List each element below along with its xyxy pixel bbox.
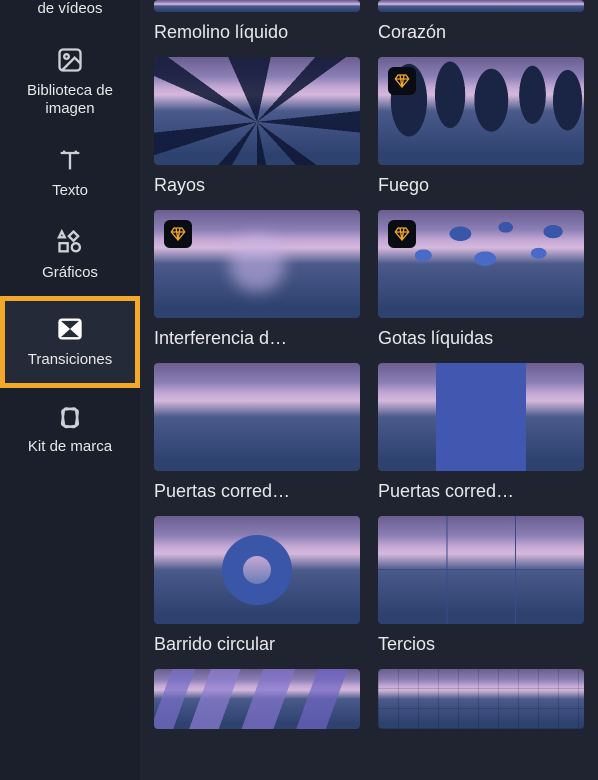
transition-label: Interferencia d…: [154, 328, 360, 349]
transition-card[interactable]: [378, 669, 584, 729]
transition-label: Fuego: [378, 175, 584, 196]
sidebar-item-videos[interactable]: de vídeos: [0, 0, 140, 32]
transition-card[interactable]: Remolino líquido: [154, 0, 360, 43]
sidebar-item-transitions[interactable]: Transiciones: [0, 296, 140, 388]
transition-thumb: [378, 516, 584, 624]
sidebar-item-label: de vídeos: [37, 0, 102, 18]
sidebar-item-label: Transiciones: [28, 351, 112, 369]
transition-thumb: [378, 669, 584, 729]
cards-icon: [56, 402, 84, 430]
transition-card[interactable]: Puertas corred…: [378, 363, 584, 502]
transition-label: Remolino líquido: [154, 22, 360, 43]
sidebar-item-brandkit[interactable]: Kit de marca: [0, 388, 140, 470]
transition-label: Puertas corred…: [378, 481, 584, 502]
transition-thumb: [378, 363, 584, 471]
transitions-grid: Remolino líquido Corazón Rayos Fuego: [154, 0, 584, 729]
sidebar-item-label: Biblioteca de imagen: [8, 82, 132, 118]
transition-card[interactable]: Corazón: [378, 0, 584, 43]
image-icon: [56, 46, 84, 74]
transition-card[interactable]: Gotas líquidas: [378, 210, 584, 349]
transition-card[interactable]: Interferencia d…: [154, 210, 360, 349]
sidebar-item-text[interactable]: Texto: [0, 132, 140, 214]
sidebar-item-label: Texto: [52, 182, 88, 200]
transition-thumb: [154, 363, 360, 471]
transitions-icon: [56, 315, 84, 343]
transition-thumb: [154, 57, 360, 165]
transition-label: Corazón: [378, 22, 584, 43]
text-icon: [56, 146, 84, 174]
transitions-grid-container: Remolino líquido Corazón Rayos Fuego: [140, 0, 598, 780]
transition-thumb: [154, 0, 360, 12]
shapes-icon: [56, 228, 84, 256]
transition-card[interactable]: Barrido circular: [154, 516, 360, 655]
premium-diamond-icon: [388, 67, 416, 95]
transition-thumb: [378, 0, 584, 12]
transition-label: Puertas corred…: [154, 481, 360, 502]
transition-thumb: [154, 669, 360, 729]
transition-thumb: [154, 516, 360, 624]
transition-thumb: [378, 57, 584, 165]
transition-card[interactable]: Rayos: [154, 57, 360, 196]
transition-card[interactable]: Puertas corred…: [154, 363, 360, 502]
transition-label: Barrido circular: [154, 634, 360, 655]
transition-thumb: [378, 210, 584, 318]
transition-card[interactable]: [154, 669, 360, 729]
sidebar: de vídeos Biblioteca de imagen Texto Grá…: [0, 0, 140, 780]
transition-label: Gotas líquidas: [378, 328, 584, 349]
sidebar-item-images[interactable]: Biblioteca de imagen: [0, 32, 140, 132]
premium-diamond-icon: [164, 220, 192, 248]
transition-thumb: [154, 210, 360, 318]
transition-card[interactable]: Tercios: [378, 516, 584, 655]
premium-diamond-icon: [388, 220, 416, 248]
sidebar-item-graphics[interactable]: Gráficos: [0, 214, 140, 296]
sidebar-item-label: Kit de marca: [28, 438, 112, 456]
sidebar-item-label: Gráficos: [42, 264, 98, 282]
transition-card[interactable]: Fuego: [378, 57, 584, 196]
transition-label: Rayos: [154, 175, 360, 196]
transition-label: Tercios: [378, 634, 584, 655]
